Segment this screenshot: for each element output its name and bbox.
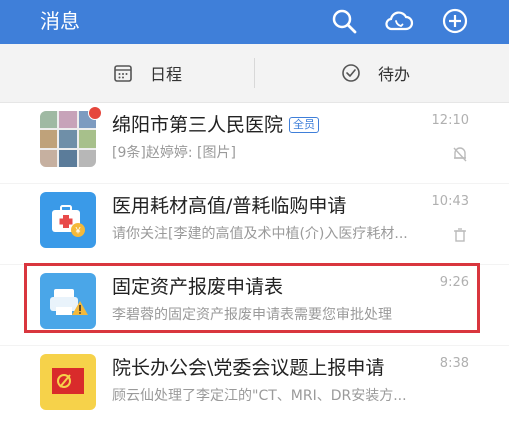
app-avatar: ¥ [40,192,96,248]
group-photo-grid [40,111,96,167]
app-avatar [40,273,96,329]
bell-muted-icon [451,145,469,163]
page-title: 消息 [40,9,80,33]
top-bar: 消息 [0,0,509,44]
message-time: 10:43 [431,194,469,209]
conversation-name: 院长办公会\党委会议题上报申请 [112,357,385,379]
tab-schedule[interactable]: 日程 [112,58,182,88]
tab-todo[interactable]: 待办 [340,58,410,88]
message-time: 12:10 [431,113,469,128]
last-message: 顾云仙处理了李定江的"CT、MRI、DR安装方... [112,388,407,404]
tab-divider [254,58,255,88]
search-icon[interactable] [329,6,359,36]
printer-warning-icon [50,289,88,315]
group-avatar [40,111,96,167]
unread-dot [88,106,102,120]
message-time: 8:38 [439,356,469,371]
last-message: [9条]赵婷婷: [图片] [112,145,236,161]
list-item[interactable]: 绵阳市第三人民医院 全员 [9条]赵婷婷: [图片] 12:10 [0,103,509,183]
list-item[interactable]: 固定资产报废申请表 李碧蓉的固定资产报废申请表需要您审批处理 9:26 [0,265,509,345]
plus-circle-icon[interactable] [440,6,470,36]
list-item[interactable]: ¥ 医用耗材高值/普耗临购申请 请你关注[李建的高值及术中植(介)入医疗耗材..… [0,184,509,264]
party-emblem-icon [52,368,84,394]
list-item[interactable]: 院长办公会\党委会议题上报申请 顾云仙处理了李定江的"CT、MRI、DR安装方.… [0,346,509,426]
conversation-name: 固定资产报废申请表 [112,276,284,298]
conversation-name: 绵阳市第三人民医院 全员 [112,112,320,138]
quick-tabs: 日程 待办 [0,44,509,103]
tab-todo-label: 待办 [378,65,411,84]
last-message: 李碧蓉的固定资产报废申请表需要您审批处理 [112,307,392,323]
svg-text:¥: ¥ [74,226,81,236]
conversation-name: 医用耗材高值/普耗临购申请 [112,195,347,217]
check-circle-icon [340,62,362,84]
cloud-phone-icon[interactable] [384,6,414,36]
trash-icon[interactable] [451,226,469,244]
message-time: 9:26 [439,275,469,290]
app-avatar [40,354,96,410]
all-members-badge: 全员 [289,117,320,133]
tab-schedule-label: 日程 [150,65,183,84]
last-message: 请你关注[李建的高值及术中植(介)入医疗耗材... [112,226,408,242]
calendar-icon [112,62,134,84]
conversation-title: 绵阳市第三人民医院 [112,114,284,136]
medical-kit-icon: ¥ [52,205,85,237]
